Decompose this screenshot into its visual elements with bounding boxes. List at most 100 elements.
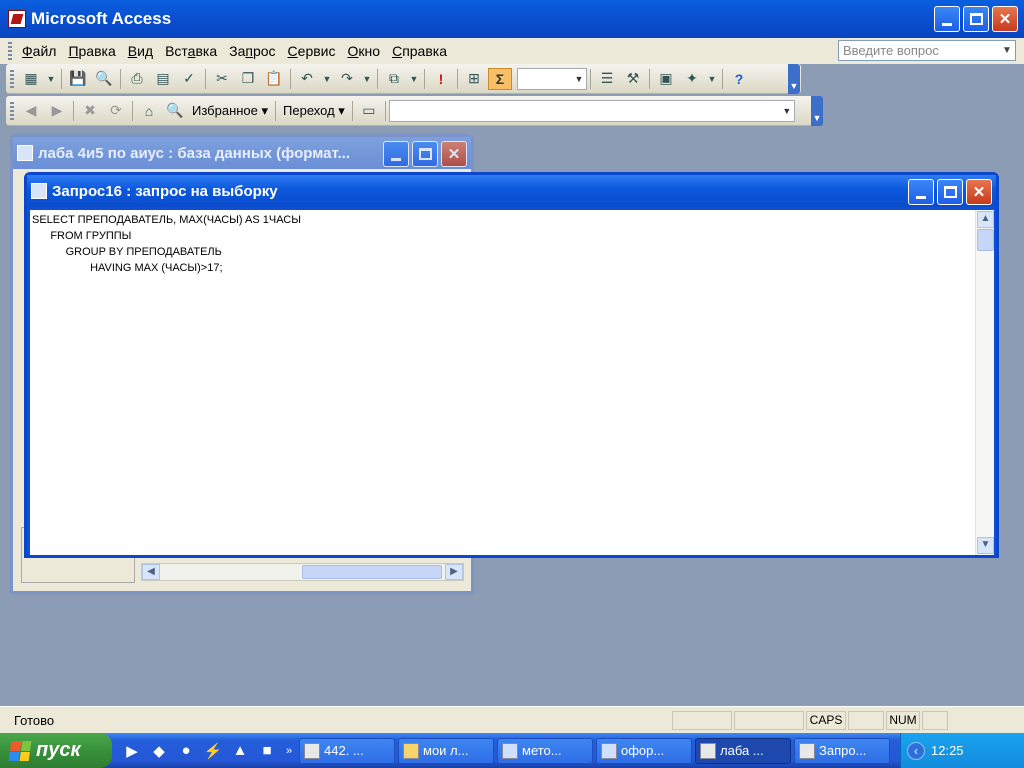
query-maximize-button[interactable] (937, 179, 963, 205)
menu-grip[interactable] (8, 42, 12, 60)
view-dropdown-icon[interactable]: ▼ (45, 68, 57, 90)
menu-tools-accel: С (287, 43, 298, 59)
paste-icon[interactable]: 📋 (262, 68, 286, 90)
address-combo[interactable]: ▼ (388, 99, 795, 122)
access-key-icon[interactable] (8, 10, 26, 28)
menu-query[interactable]: Запрос (223, 43, 281, 59)
db-horizontal-scrollbar[interactable]: ◀ ▶ (141, 563, 464, 581)
print-preview-icon[interactable]: ▤ (151, 68, 175, 90)
winamp-icon[interactable]: ⚡ (201, 739, 225, 763)
system-tray: ‹ 12:25 (900, 733, 1024, 768)
sql-vertical-scrollbar[interactable]: ▲ ▼ (975, 210, 994, 555)
status-text: Готово (14, 712, 55, 728)
db-maximize-button[interactable] (412, 141, 438, 167)
word-doc-icon (601, 742, 617, 759)
menu-edit-accel: П (68, 43, 79, 59)
file-search-icon[interactable]: 🔍 (92, 68, 116, 90)
cut-icon[interactable]: ✂ (210, 68, 234, 90)
help-dropdown-icon[interactable]: ▼ (999, 41, 1015, 60)
opera-icon[interactable]: ● (174, 739, 198, 763)
copy-icon[interactable]: ❐ (236, 68, 260, 90)
toolbar-grip[interactable] (10, 101, 14, 120)
scroll-left-icon[interactable]: ◀ (142, 564, 160, 580)
menu-edit[interactable]: Правка (62, 43, 121, 59)
scroll-down-icon[interactable]: ▼ (977, 537, 994, 554)
menu-view[interactable]: Вид (122, 43, 159, 59)
database-window-icon[interactable]: ▣ (654, 68, 678, 90)
app-title-bar[interactable]: Microsoft Access ✕ (0, 0, 1024, 38)
taskbar-item[interactable]: мои л... (398, 737, 494, 764)
close-icon: ✕ (998, 11, 1012, 28)
clock[interactable]: 12:25 (931, 743, 964, 758)
stop-icon[interactable]: ✖ (78, 100, 102, 122)
show-table-icon[interactable]: ⊞ (462, 68, 486, 90)
query-type-dropdown-icon[interactable]: ▼ (408, 68, 420, 90)
db-close-button[interactable]: ✕ (441, 141, 467, 167)
taskbar-item[interactable]: Запро... (794, 737, 890, 764)
top-values-combo[interactable]: ▼ (517, 67, 587, 90)
forward-icon[interactable]: ▶ (45, 100, 69, 122)
top-values-dropdown-icon[interactable]: ▼ (572, 69, 586, 89)
show-hidden-icons-icon[interactable]: ‹ (907, 741, 925, 760)
minimize-button[interactable] (934, 6, 960, 32)
db-minimize-button[interactable] (383, 141, 409, 167)
spelling-icon[interactable]: ✓ (177, 68, 201, 90)
taskbar-item[interactable]: офор... (596, 737, 692, 764)
scroll-right-icon[interactable]: ▶ (445, 564, 463, 580)
scroll-thumb[interactable] (302, 565, 442, 579)
favorites-menu[interactable]: Избранное ▾ (188, 103, 272, 119)
help-question-input[interactable]: Введите вопрос ▼ (838, 40, 1016, 61)
toolbar1-options-icon[interactable]: ▼ (788, 64, 800, 94)
toolbar-grip[interactable] (10, 69, 14, 88)
view-icon[interactable]: ▦ (19, 68, 43, 90)
quicklaunch-app-icon[interactable]: ◆ (147, 739, 171, 763)
menu-insert[interactable]: Вставка (159, 43, 223, 59)
address-dropdown-icon[interactable]: ▼ (780, 101, 794, 121)
run-icon[interactable]: ! (429, 68, 453, 90)
redo-icon[interactable]: ↷ (335, 68, 359, 90)
save-icon[interactable]: 💾 (66, 68, 90, 90)
query-type-icon[interactable]: ⧉ (382, 68, 406, 90)
scroll-thumb[interactable] (977, 229, 994, 251)
taskbar-item[interactable]: мето... (497, 737, 593, 764)
menu-window[interactable]: Окно (342, 43, 387, 59)
home-icon[interactable]: ⌂ (137, 100, 161, 122)
search-web-icon[interactable]: 🔍 (163, 100, 187, 122)
taskbar-item-active[interactable]: лаба ... (695, 737, 791, 764)
media-player-icon[interactable]: ▶ (120, 739, 144, 763)
back-icon[interactable]: ◀ (19, 100, 43, 122)
help-icon[interactable]: ? (727, 68, 751, 90)
close-button[interactable]: ✕ (992, 6, 1018, 32)
sql-text[interactable]: SELECT ПРЕПОДАВАТЕЛЬ, MAX(ЧАСЫ) AS 1ЧАСЫ… (32, 212, 972, 276)
query-close-button[interactable]: ✕ (966, 179, 992, 205)
refresh-icon[interactable]: ⟳ (104, 100, 128, 122)
query-window[interactable]: Запрос16 : запрос на выборку ✕ SELECT ПР… (24, 172, 999, 558)
query-window-title-bar[interactable]: Запрос16 : запрос на выборку ✕ (27, 175, 996, 207)
undo-icon[interactable]: ↶ (295, 68, 319, 90)
goto-menu[interactable]: Переход ▾ (279, 103, 349, 119)
maximize-button[interactable] (963, 6, 989, 32)
new-object-dropdown-icon[interactable]: ▼ (706, 68, 718, 90)
show-only-web-toolbar-icon[interactable]: ▭ (357, 100, 381, 122)
totals-icon[interactable]: Σ (488, 67, 512, 90)
menu-help[interactable]: Справка (386, 43, 453, 59)
print-icon[interactable]: ⎙ (125, 68, 149, 90)
taskbar-item[interactable]: 442. ... (299, 737, 395, 764)
database-window-title-bar[interactable]: лаба 4и5 по аиус : база данных (формат..… (13, 137, 471, 169)
scroll-up-icon[interactable]: ▲ (977, 211, 994, 228)
new-object-icon[interactable]: ✦ (680, 68, 704, 90)
query-minimize-button[interactable] (908, 179, 934, 205)
menu-tools[interactable]: Сервис (282, 43, 342, 59)
build-icon[interactable]: ⚒ (621, 68, 645, 90)
sql-editor[interactable]: SELECT ПРЕПОДАВАТЕЛЬ, MAX(ЧАСЫ) AS 1ЧАСЫ… (30, 210, 994, 555)
acrobat-icon[interactable]: ▲ (228, 739, 252, 763)
redo-dropdown-icon[interactable]: ▼ (361, 68, 373, 90)
start-button[interactable]: пуск (0, 733, 112, 768)
quicklaunch-app-icon[interactable]: ■ (255, 739, 279, 763)
menu-file[interactable]: Файл (16, 43, 62, 59)
menu-view-post: ид (137, 43, 154, 59)
quicklaunch-more-icon[interactable]: » (282, 739, 296, 763)
properties-icon[interactable]: ☰ (595, 68, 619, 90)
toolbar2-options-icon[interactable]: ▼ (811, 96, 823, 126)
undo-dropdown-icon[interactable]: ▼ (321, 68, 333, 90)
